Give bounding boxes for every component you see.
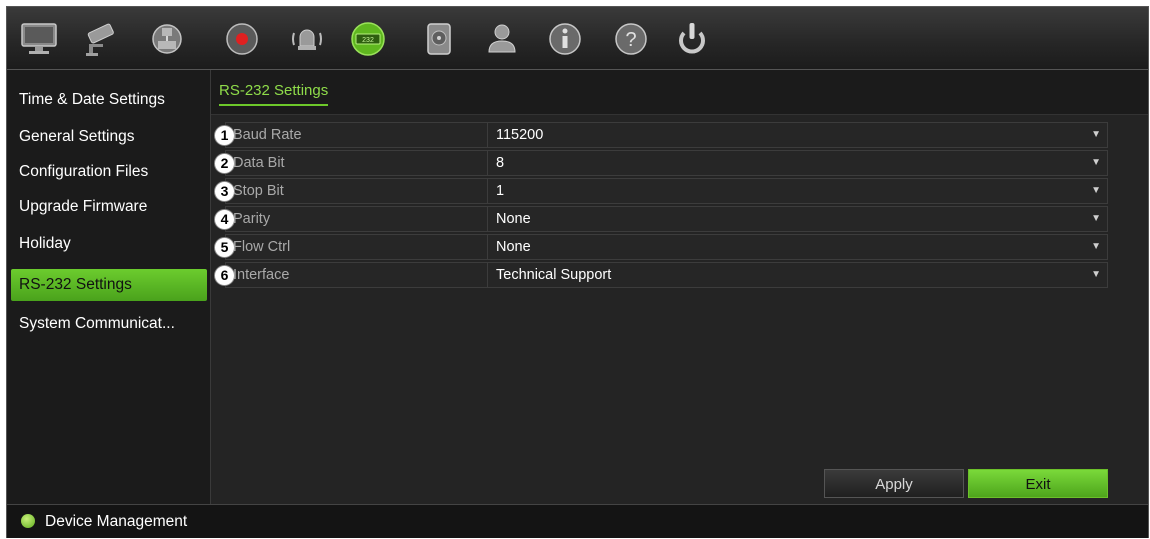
chevron-down-icon[interactable]: ▼	[1091, 151, 1101, 175]
setting-row-parity[interactable]: 4 Parity None ▼	[214, 206, 1108, 232]
info-icon[interactable]	[545, 19, 585, 59]
sidebar-item-system-communication[interactable]: System Communicat...	[11, 308, 207, 340]
status-bar: Device Management	[7, 504, 1148, 538]
tab-rs232-settings[interactable]: RS-232 Settings	[219, 82, 329, 106]
divider	[487, 263, 488, 287]
interface-select-value[interactable]: Technical Support	[496, 263, 611, 287]
stop-bit-select-value[interactable]: 1	[496, 179, 504, 203]
data-bit-select-value[interactable]: 8	[496, 151, 504, 175]
setting-row-data-bit[interactable]: 2 Data Bit 8 ▼	[214, 150, 1108, 176]
exit-button[interactable]: Exit	[968, 469, 1108, 498]
setting-label: Parity	[233, 211, 271, 227]
record-icon[interactable]	[222, 19, 262, 59]
monitor-icon[interactable]	[19, 19, 59, 59]
network-icon[interactable]	[147, 19, 187, 59]
chevron-down-icon[interactable]: ▼	[1091, 123, 1101, 147]
chevron-down-icon[interactable]: ▼	[1091, 235, 1101, 259]
tab-bar: RS-232 Settings	[211, 70, 1148, 115]
user-icon[interactable]	[482, 19, 522, 59]
setting-row-stop-bit[interactable]: 3 Stop Bit 1 ▼	[214, 178, 1108, 204]
callout-number: 5	[214, 237, 235, 258]
help-icon[interactable]: ?	[611, 19, 651, 59]
alarm-icon[interactable]	[287, 19, 327, 59]
setting-label: Stop Bit	[233, 183, 284, 199]
power-icon[interactable]	[672, 19, 712, 59]
sidebar-item-configuration-files[interactable]: Configuration Files	[11, 156, 207, 188]
status-text: Device Management	[45, 513, 188, 530]
sidebar-item-time-date-settings[interactable]: Time & Date Settings	[11, 84, 207, 116]
apply-button[interactable]: Apply	[824, 469, 964, 498]
divider	[487, 235, 488, 259]
chevron-down-icon[interactable]: ▼	[1091, 263, 1101, 287]
setting-label: Interface	[233, 267, 290, 283]
chevron-down-icon[interactable]: ▼	[1091, 207, 1101, 231]
callout-number: 6	[214, 265, 235, 286]
divider	[487, 123, 488, 147]
callout-number: 3	[214, 181, 235, 202]
setting-label: Baud Rate	[233, 127, 302, 143]
sidebar-item-general-settings[interactable]: General Settings	[11, 121, 207, 153]
setting-label: Data Bit	[233, 155, 285, 171]
sidebar-item-rs232-settings[interactable]: RS-232 Settings	[11, 269, 207, 301]
parity-select-value[interactable]: None	[496, 207, 531, 231]
setting-row-interface[interactable]: 6 Interface Technical Support ▼	[214, 262, 1108, 288]
callout-number: 2	[214, 153, 235, 174]
flow-ctrl-select-value[interactable]: None	[496, 235, 531, 259]
setting-row-baud-rate[interactable]: 1 Baud Rate 115200 ▼	[214, 122, 1108, 148]
callout-number: 4	[214, 209, 235, 230]
sidebar-item-holiday[interactable]: Holiday	[11, 228, 207, 260]
setting-row-flow-ctrl[interactable]: 5 Flow Ctrl None ▼	[214, 234, 1108, 260]
divider	[487, 179, 488, 203]
callout-number: 1	[214, 125, 235, 146]
main-panel: RS-232 Settings 1 Baud Rate 115200 ▼ 2 D…	[211, 70, 1148, 504]
divider	[487, 151, 488, 175]
chevron-down-icon[interactable]: ▼	[1091, 179, 1101, 203]
divider	[487, 207, 488, 231]
device-management-icon[interactable]: 232	[348, 19, 388, 59]
sidebar-item-upgrade-firmware[interactable]: Upgrade Firmware	[11, 191, 207, 223]
svg-text:232: 232	[362, 37, 374, 44]
baud-rate-select-value[interactable]: 115200	[496, 123, 543, 147]
sidebar-menu: Time & Date Settings General Settings Co…	[7, 70, 211, 504]
camera-icon[interactable]	[81, 19, 121, 59]
status-indicator-icon	[21, 514, 35, 528]
svg-text:?: ?	[625, 29, 636, 51]
dvr-window: 232 ? Time & Date Settings General Setti…	[6, 6, 1149, 538]
setting-label: Flow Ctrl	[233, 239, 291, 255]
top-toolbar: 232 ?	[7, 7, 1148, 70]
storage-icon[interactable]	[419, 19, 459, 59]
